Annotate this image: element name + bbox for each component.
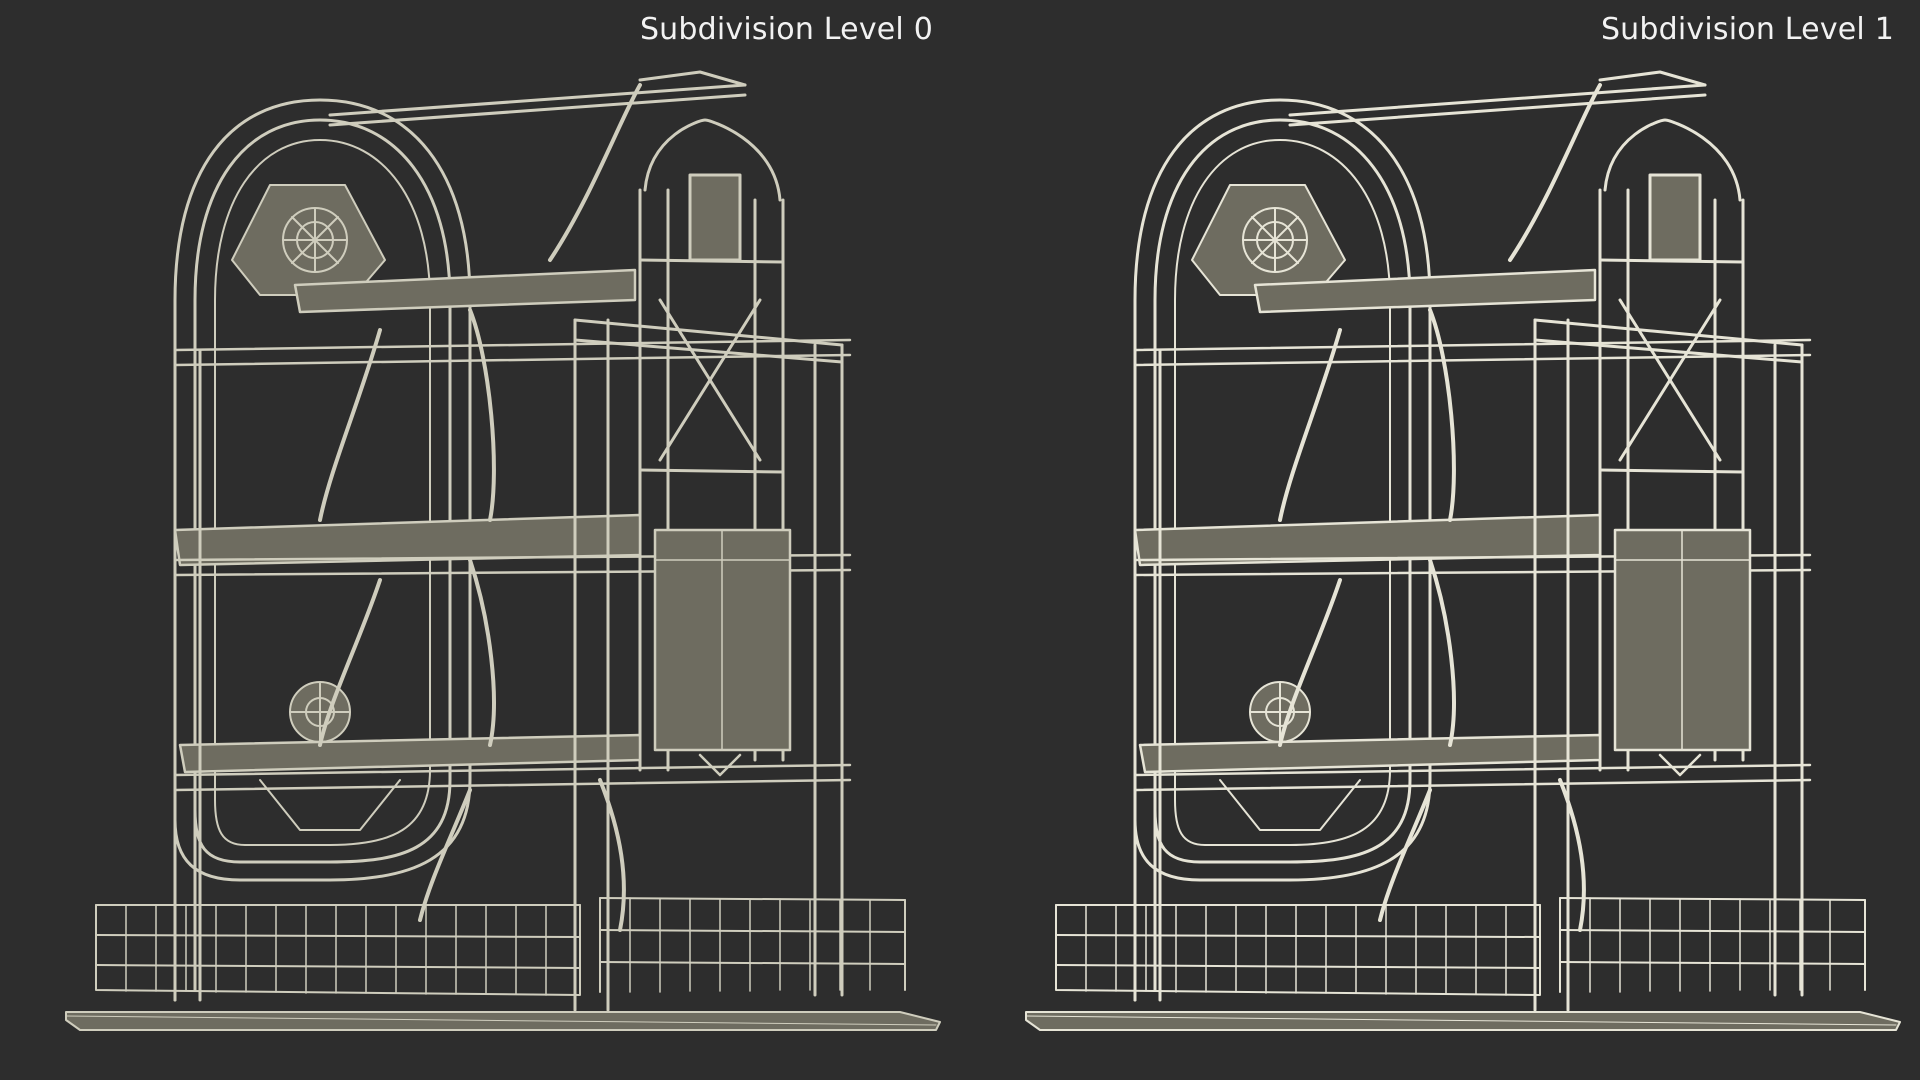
hanger-arms	[318, 83, 642, 932]
parking-lift-wireframe-left	[65, 70, 941, 1031]
upper-gear	[1191, 184, 1346, 296]
structure-subdivided	[1025, 70, 1901, 1031]
wireframe-render-right	[960, 0, 1920, 1080]
control-cabinet	[1613, 528, 1752, 777]
hanger-arms	[1278, 83, 1602, 932]
wireframe-render-left	[0, 0, 960, 1080]
railing	[95, 897, 906, 996]
railing	[1055, 897, 1866, 996]
upper-gear	[231, 184, 386, 296]
parking-lift-wireframe-right	[1025, 70, 1901, 1031]
control-cabinet	[653, 528, 792, 777]
